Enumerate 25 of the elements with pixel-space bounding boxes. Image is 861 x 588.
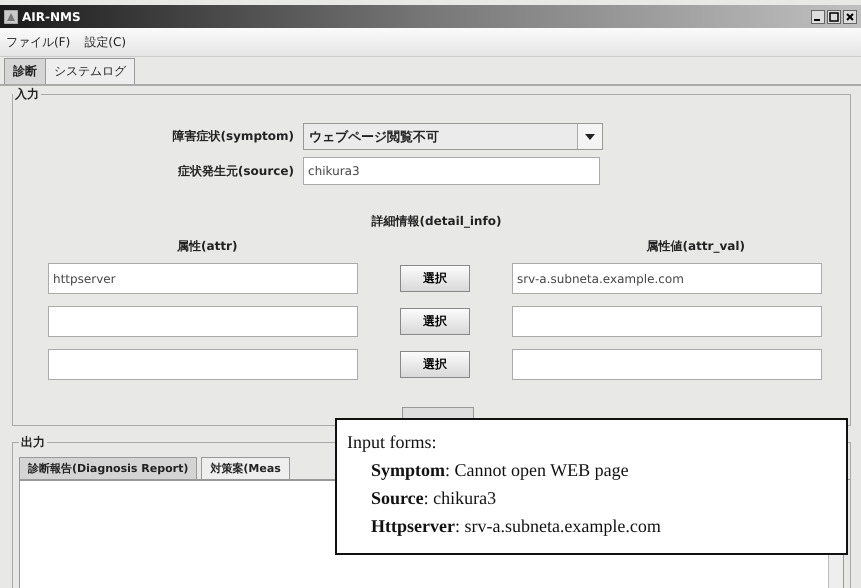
tab[interactable]: システムログ [45, 58, 135, 84]
field-label: 症状発生元(source) [176, 162, 295, 180]
attr-field[interactable]: httpserver [48, 263, 358, 294]
annotation-line: Source: chikura3 [370, 487, 498, 510]
select-button[interactable]: 選択 [400, 265, 470, 292]
window-title: AIR-NMS [22, 10, 81, 24]
annotation-line: Symptom: Cannot open WEB page [370, 459, 630, 482]
column-header: 属性(attr) [177, 238, 238, 255]
field-label: 障害症状(symptom) [171, 128, 295, 145]
annotation-line: Httpserver: srv-a.subneta.example.com [370, 515, 662, 538]
tab[interactable]: 対策案(Meas [201, 457, 290, 479]
attr-value-field[interactable]: srv-a.subneta.example.com [512, 263, 822, 294]
tab[interactable]: 診断 [4, 58, 46, 84]
group-title: 出力 [20, 434, 46, 451]
symptom-dropdown[interactable]: ウェブページ閲覧不可 [303, 123, 603, 150]
column-header: 属性値(attr_val) [646, 238, 745, 255]
source-field[interactable]: chikura3 [303, 157, 600, 185]
tab[interactable]: 診断報告(Diagnosis Report) [19, 457, 198, 479]
menu-item[interactable]: 設定(C) [84, 34, 126, 50]
select-button[interactable]: 選択 [400, 351, 470, 378]
group-title: 入力 [14, 86, 40, 103]
section-title: 詳細情報(detail_info) [370, 213, 502, 230]
select-button[interactable]: 選択 [400, 308, 470, 335]
annotation-title: Input forms: [347, 431, 438, 454]
menu-item[interactable]: ファイル(F) [6, 34, 70, 50]
